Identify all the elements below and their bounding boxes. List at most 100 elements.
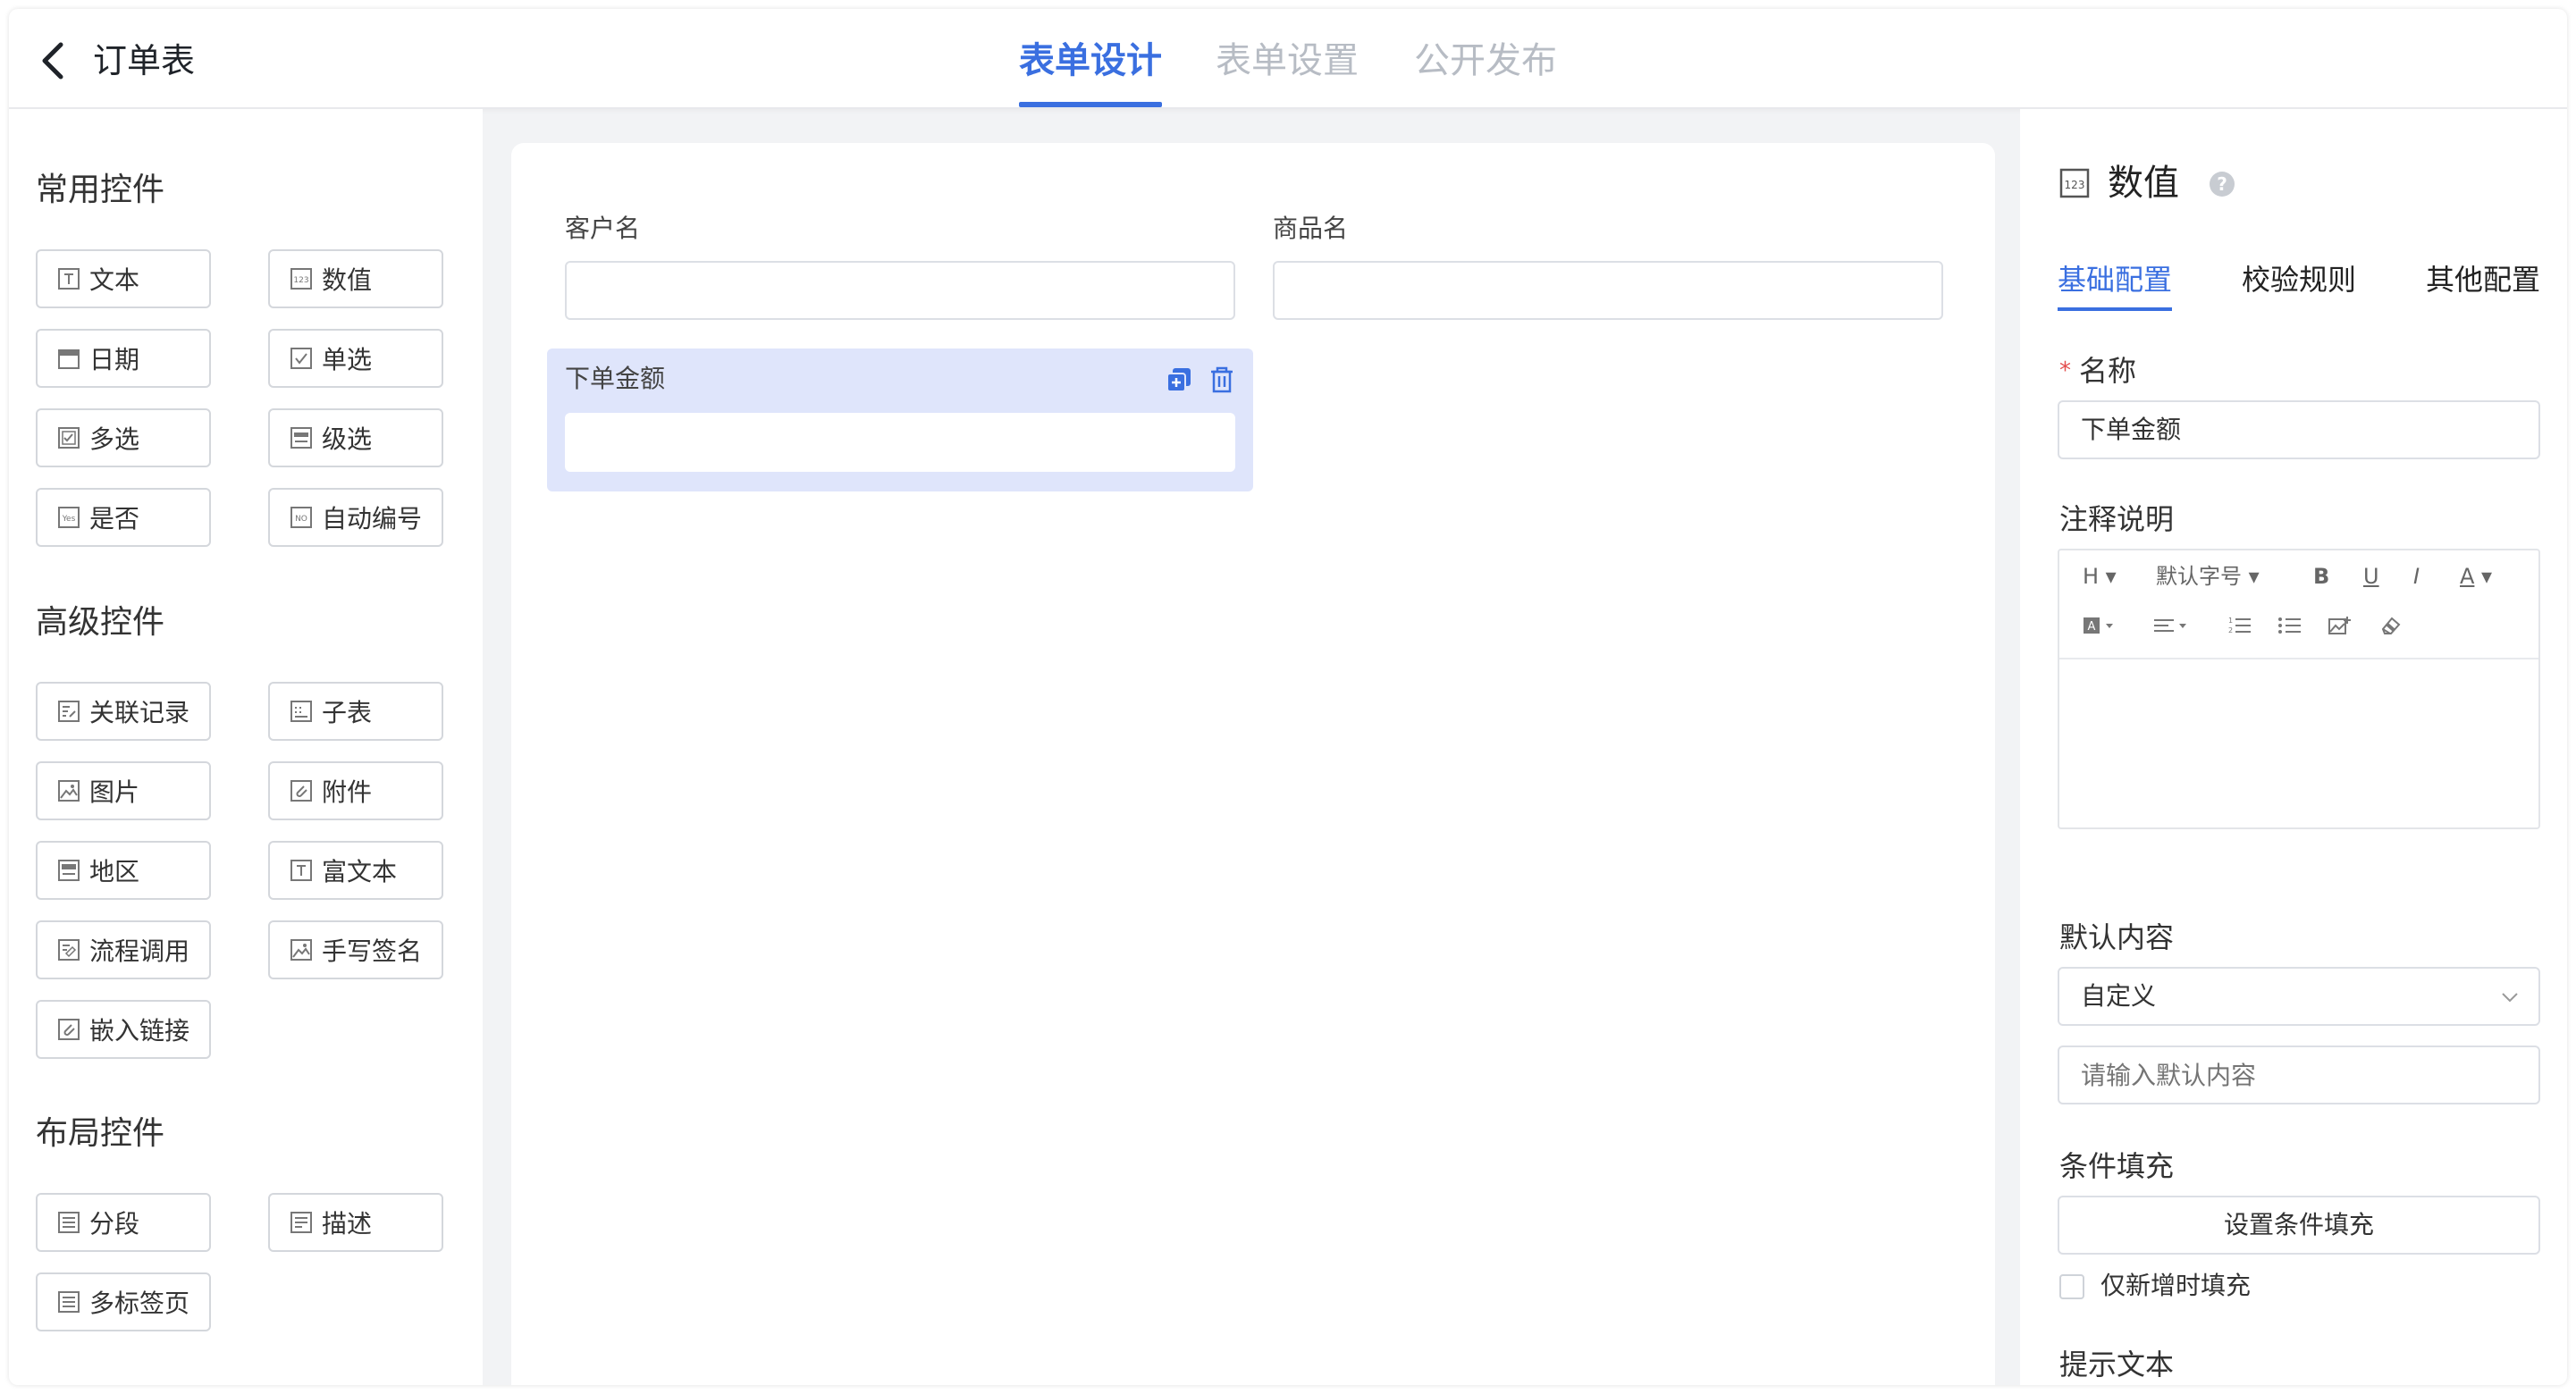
svg-text:NO: NO: [295, 515, 307, 524]
heading-dropdown[interactable]: H ▾: [2083, 563, 2117, 590]
control-signature[interactable]: 手写签名: [268, 920, 443, 979]
radio-check-icon: [290, 347, 313, 370]
bg-color-dropdown[interactable]: A: [2083, 615, 2117, 636]
app-window: 订单表 表单设计 表单设置 公开发布 常用控件 文本 123 数值 日期 单选 …: [9, 9, 2567, 1385]
control-date[interactable]: 日期: [36, 329, 211, 388]
copy-icon[interactable]: [1164, 365, 1194, 395]
field-label-order-amount: 下单金额: [565, 364, 666, 393]
bullet-list-icon[interactable]: [2277, 615, 2302, 636]
back-button[interactable]: [30, 36, 75, 86]
control-rich-text[interactable]: 富文本: [268, 841, 443, 900]
control-link-record[interactable]: 关联记录: [36, 682, 211, 741]
link-record-icon: [57, 700, 80, 723]
control-section[interactable]: 分段: [36, 1193, 211, 1252]
note-label: 注释说明: [2059, 502, 2175, 536]
control-region[interactable]: 地区: [36, 841, 211, 900]
tab-validation-rules[interactable]: 校验规则: [2242, 259, 2356, 300]
control-label: 单选: [322, 345, 373, 374]
tabs-icon: [57, 1290, 80, 1314]
svg-text:123: 123: [2065, 179, 2085, 191]
control-radio[interactable]: 单选: [268, 329, 443, 388]
image-icon: [57, 779, 80, 802]
auto-number-icon: NO: [290, 506, 313, 529]
calendar-icon: [57, 347, 80, 370]
control-tabs[interactable]: 多标签页: [36, 1272, 211, 1331]
layout-controls-title: 布局控件: [36, 1115, 165, 1152]
page-title: 订单表: [93, 41, 196, 80]
font-color-dropdown[interactable]: A ▾: [2460, 563, 2492, 590]
field-label-customer: 客户名: [565, 214, 641, 243]
attachment-icon: [290, 779, 313, 802]
control-yes-no[interactable]: Yes 是否: [36, 488, 211, 547]
control-label: 多标签页: [89, 1289, 190, 1318]
default-type-value: 自定义: [2081, 981, 2157, 1011]
control-label: 分段: [89, 1209, 140, 1239]
subtable-icon: [290, 700, 313, 723]
control-attachment[interactable]: 附件: [268, 761, 443, 820]
eraser-icon[interactable]: [2378, 615, 2403, 636]
control-label: 文本: [89, 265, 140, 295]
font-color-label: A: [2460, 564, 2475, 589]
section-icon: [57, 1211, 80, 1234]
control-cascade[interactable]: 级选: [268, 408, 443, 467]
form-canvas: 客户名 商品名 下单金额: [511, 143, 1995, 1385]
underline-button[interactable]: U: [2363, 563, 2379, 590]
field-label-product: 商品名: [1273, 214, 1349, 243]
note-rich-editor[interactable]: H ▾ 默认字号 ▾ B U I A ▾ A 12: [2058, 549, 2540, 829]
control-auto-number[interactable]: NO 自动编号: [268, 488, 443, 547]
control-label: 附件: [322, 777, 373, 807]
italic-button[interactable]: I: [2413, 563, 2420, 590]
only-new-label: 仅新增时填充: [2100, 1271, 2252, 1300]
control-text[interactable]: 文本: [36, 249, 211, 308]
cascade-icon: [290, 426, 313, 449]
control-label: 级选: [322, 424, 373, 454]
rich-text-icon: [290, 859, 313, 882]
svg-text:2: 2: [2228, 626, 2233, 634]
align-dropdown[interactable]: [2152, 615, 2192, 636]
control-subtable[interactable]: 子表: [268, 682, 443, 741]
tab-form-settings[interactable]: 表单设置: [1216, 34, 1359, 88]
ordered-list-icon[interactable]: 12: [2227, 615, 2252, 636]
tab-basic-config[interactable]: 基础配置: [2058, 259, 2172, 300]
control-process-call[interactable]: 流程调用: [36, 920, 211, 979]
tab-form-design[interactable]: 表单设计: [1019, 34, 1162, 88]
control-multi-select[interactable]: 多选: [36, 408, 211, 467]
region-icon: [57, 859, 80, 882]
control-label: 手写签名: [322, 936, 423, 966]
control-label: 描述: [322, 1209, 373, 1239]
control-label: 嵌入链接: [89, 1016, 190, 1046]
control-image[interactable]: 图片: [36, 761, 211, 820]
default-content-input[interactable]: [2058, 1046, 2540, 1104]
customer-name-input[interactable]: [565, 261, 1235, 320]
control-label: 关联记录: [89, 698, 190, 727]
yes-no-icon: Yes: [57, 506, 80, 529]
help-icon[interactable]: ?: [2210, 172, 2235, 197]
set-condition-fill-button[interactable]: 设置条件填充: [2058, 1196, 2540, 1255]
insert-image-icon[interactable]: [2328, 615, 2353, 636]
default-type-select[interactable]: 自定义: [2058, 967, 2540, 1026]
properties-title: 数值: [2108, 163, 2179, 204]
name-input[interactable]: 下单金额: [2058, 400, 2540, 459]
control-label: 多选: [89, 424, 140, 454]
top-header: 订单表 表单设计 表单设置 公开发布: [9, 9, 2567, 109]
selected-field-order-amount[interactable]: 下单金额: [547, 348, 1253, 491]
active-tab-indicator: [1019, 102, 1162, 107]
font-size-dropdown[interactable]: 默认字号 ▾: [2156, 563, 2260, 590]
control-embed-link[interactable]: 嵌入链接: [36, 1000, 211, 1059]
delete-icon[interactable]: [1207, 365, 1237, 395]
only-new-checkbox[interactable]: [2059, 1274, 2084, 1299]
properties-panel: 123 数值 ? 基础配置 校验规则 其他配置 * 名称 下单金额 注释说明 H…: [2020, 109, 2567, 1385]
control-palette: 常用控件 文本 123 数值 日期 单选 多选 级选 Yes 是否 NO 自动编…: [9, 109, 483, 1385]
product-name-input[interactable]: [1273, 261, 1943, 320]
active-config-tab-indicator: [2058, 307, 2172, 311]
bold-button[interactable]: B: [2313, 563, 2329, 590]
description-icon: [290, 1211, 313, 1234]
control-description[interactable]: 描述: [268, 1193, 443, 1252]
control-number[interactable]: 123 数值: [268, 249, 443, 308]
tab-other-config[interactable]: 其他配置: [2426, 259, 2540, 300]
control-label: 是否: [89, 504, 140, 533]
tab-publish[interactable]: 公开发布: [1414, 34, 1557, 88]
signature-icon: [290, 938, 313, 962]
required-mark: *: [2059, 357, 2071, 384]
order-amount-input[interactable]: [565, 413, 1235, 472]
